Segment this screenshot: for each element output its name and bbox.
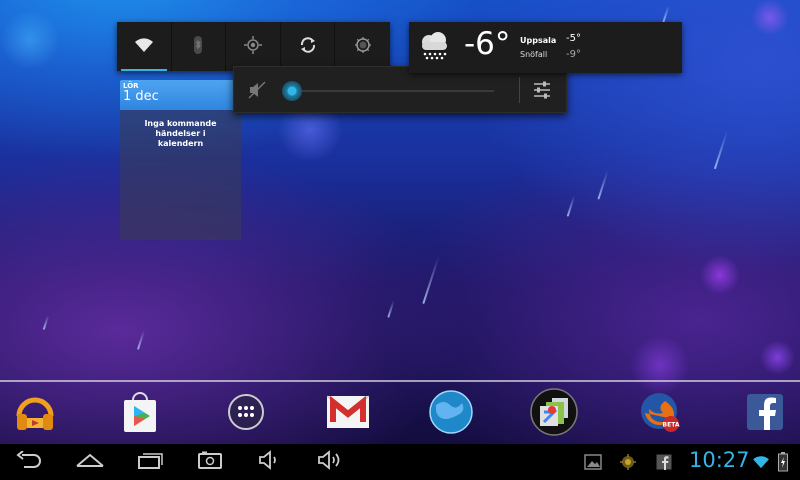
app-notification-icon[interactable] [620,454,636,474]
battery-icon [778,452,788,476]
brightness-toggle[interactable] [335,22,390,71]
dock-app-gmail[interactable] [323,389,373,439]
dock-app-facebook[interactable] [740,389,790,439]
volume-down-button[interactable] [250,450,290,474]
screenshot-icon [198,451,222,473]
volume-down-icon [258,450,282,474]
brightness-icon [354,36,372,58]
weather-high: -5° [566,33,581,44]
weather-temperature: -6° [464,26,511,62]
facebook-icon [744,391,786,437]
volume-up-button[interactable] [310,450,350,474]
snow-cloud-icon [417,30,451,66]
calendar-events[interactable]: Inga kommande händelser i kalendern [120,110,241,240]
app-drawer-icon [226,392,266,436]
maps-icon [530,388,578,440]
gmail-icon [325,392,371,436]
dock-app-earth[interactable] [426,389,476,439]
volume-divider [519,77,520,103]
volume-slider-knob[interactable] [282,81,302,101]
earth-icon [428,389,474,439]
dock-app-firefox-beta[interactable]: BETA [635,389,685,439]
dock-app-drawer[interactable] [221,389,271,439]
speaker-muted-icon[interactable] [248,81,266,103]
play-store-icon [118,390,162,438]
wifi-toggle[interactable] [117,22,172,71]
home-icon [75,452,105,472]
weather-condition: Snöfall [520,50,548,59]
system-navigation-bar: 10:27 [0,444,800,480]
wifi-icon [752,454,770,473]
status-clock[interactable]: 10:27 [689,448,750,472]
home-button[interactable] [70,450,110,474]
dock-app-play-store[interactable] [115,389,165,439]
quick-settings-panel [117,22,390,71]
volume-panel [233,66,567,113]
dock-divider [0,380,800,382]
settings-sliders-icon[interactable] [532,80,552,104]
dock-app-play-music[interactable] [10,389,60,439]
recents-icon [137,451,163,473]
volume-slider-track[interactable] [292,90,494,92]
gps-icon [243,35,262,58]
dock-app-maps[interactable] [529,388,579,440]
play-music-icon [13,390,57,438]
weather-city: Uppsala [520,36,557,45]
calendar-empty-message: Inga kommande händelser i kalendern [144,119,217,148]
calendar-date: 1 dec [123,89,159,104]
sync-toggle[interactable] [281,22,336,71]
recents-button[interactable] [130,450,170,474]
bluetooth-icon [192,35,204,58]
firefox-beta-icon: BETA [637,389,683,439]
back-button[interactable] [10,450,50,474]
calendar-header[interactable]: LÖR 1 dec [120,80,241,110]
svg-text:BETA: BETA [663,422,680,429]
volume-up-icon [317,450,343,474]
gallery-notification-icon[interactable] [584,454,602,474]
weather-widget[interactable]: -6° Uppsala Snöfall -5° -9° [409,22,682,73]
weather-low: -9° [566,49,581,60]
screenshot-button[interactable] [190,450,230,474]
gps-toggle[interactable] [226,22,281,71]
back-icon [16,450,44,473]
calendar-widget[interactable]: LÖR 1 dec Inga kommande händelser i kale… [120,80,241,240]
bluetooth-toggle[interactable] [172,22,227,71]
sync-icon [299,36,317,58]
wifi-icon [134,37,154,57]
facebook-notification-icon[interactable] [656,454,672,474]
